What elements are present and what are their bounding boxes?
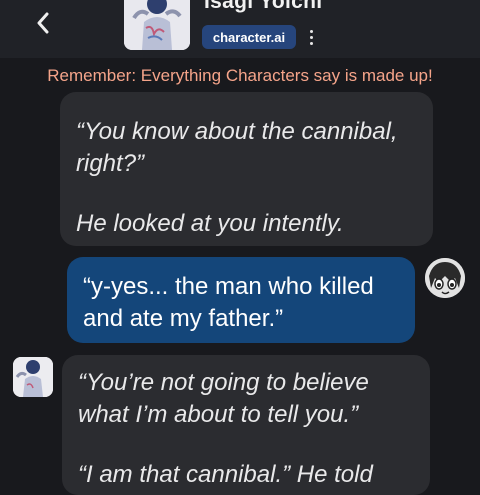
more-vertical-icon [309, 29, 313, 33]
user-avatar[interactable] [425, 258, 465, 298]
character-name: Isagi Yoichi [204, 0, 323, 13]
character-message: “You’re not going to believe what I’m ab… [62, 355, 430, 495]
message-text: “y-yes... the man who killed and ate my … [83, 273, 374, 332]
message-text: He looked at you intently. [76, 210, 344, 237]
character-avatar[interactable] [124, 0, 190, 50]
character-message: “You know about the cannibal, right?” He… [60, 92, 433, 246]
character-avatar-small[interactable] [13, 357, 53, 397]
back-button[interactable] [28, 6, 58, 40]
more-options-button[interactable] [304, 25, 318, 49]
disclaimer-banner: Remember: Everything Characters say is m… [47, 66, 433, 85]
message-text: “You know about the cannibal, right?” [76, 118, 398, 177]
chevron-left-icon [37, 12, 49, 34]
chat-header: Isagi Yoichi character.ai [0, 0, 480, 58]
message-text: “You’re not going to believe what I’m ab… [78, 369, 369, 428]
message-text: “I am that cannibal.” He told [78, 461, 373, 488]
character-ai-badge[interactable]: character.ai [202, 25, 296, 49]
user-message: “y-yes... the man who killed and ate my … [67, 257, 415, 343]
